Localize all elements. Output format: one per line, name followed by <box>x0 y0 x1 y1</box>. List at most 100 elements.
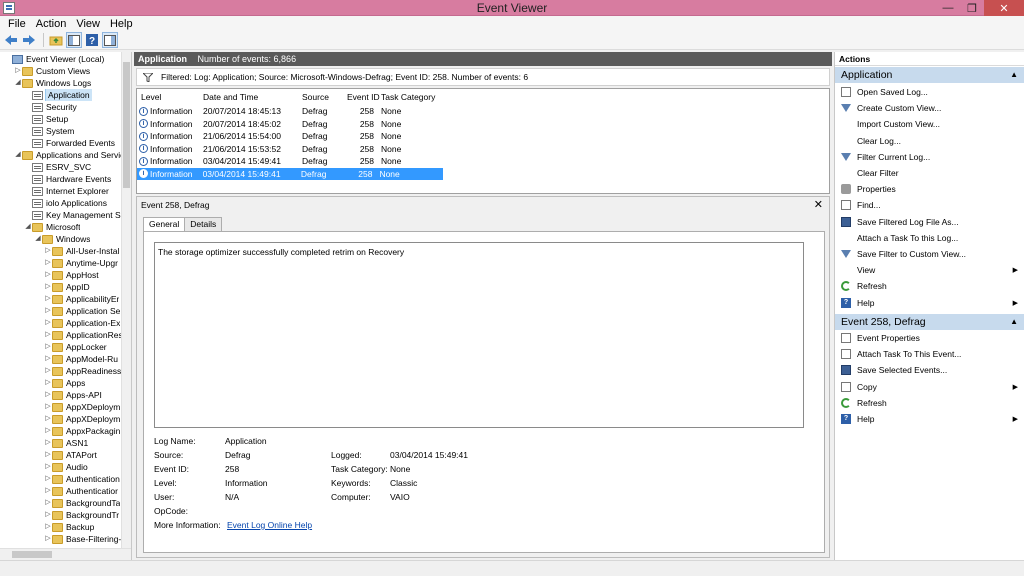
action-filter-current-log[interactable]: Filter Current Log... <box>835 150 1024 164</box>
expand-toggle-icon[interactable]: ▷ <box>44 317 52 329</box>
menu-help[interactable]: Help <box>105 18 138 30</box>
tree-item[interactable]: Security <box>24 101 77 113</box>
tree-item[interactable]: ▷ AppLocker <box>44 341 106 353</box>
action-save-filtered-log-file-as[interactable]: Save Filtered Log File As... <box>835 215 1024 229</box>
tree-item[interactable]: ▷ Anytime-Upgr <box>44 257 118 269</box>
show-hide-action-pane-button[interactable] <box>102 32 118 48</box>
tree-item[interactable]: ▷ Application-Ex <box>44 317 120 329</box>
expand-toggle-icon[interactable]: ▷ <box>44 449 52 461</box>
up-one-level-button[interactable] <box>48 32 64 48</box>
expand-toggle-icon[interactable]: ▷ <box>44 509 52 521</box>
tree-item[interactable]: ▷ Custom Views <box>14 65 90 77</box>
tree-item[interactable]: iolo Applications <box>24 197 107 209</box>
expand-toggle-icon[interactable]: ◢ <box>14 77 22 89</box>
tree-item[interactable]: ▷ Audio <box>44 461 87 473</box>
tree-item[interactable]: ▷ All-User-Instal <box>44 245 119 257</box>
actions-group-event[interactable]: Event 258, Defrag ▲ <box>835 314 1024 330</box>
tree-item[interactable]: ▷ Authentication <box>44 473 120 485</box>
expand-toggle-icon[interactable]: ▷ <box>44 413 52 425</box>
close-button[interactable]: ✕ <box>984 0 1024 16</box>
expand-toggle-icon[interactable]: ▷ <box>44 437 52 449</box>
tab-details[interactable]: Details <box>184 217 223 231</box>
column-date-time[interactable]: Date and Time <box>203 91 302 103</box>
tree-item[interactable]: ▷ AppXDeploym <box>44 401 120 413</box>
expand-toggle-icon[interactable]: ◢ <box>34 233 42 245</box>
show-hide-console-tree-button[interactable] <box>66 32 82 48</box>
expand-toggle-icon[interactable]: ▷ <box>44 389 52 401</box>
action-refresh[interactable]: Refresh <box>835 279 1024 293</box>
action-copy[interactable]: Copy ▶ <box>835 380 1024 394</box>
tree-item[interactable]: ▷ AppID <box>44 281 89 293</box>
expand-toggle-icon[interactable]: ◢ <box>24 221 32 233</box>
tree-item[interactable]: ▷ Apps-API <box>44 389 102 401</box>
expand-toggle-icon[interactable]: ▷ <box>44 353 52 365</box>
tree-item[interactable]: ▷ Application Se <box>44 305 120 317</box>
action-help[interactable]: ? Help ▶ <box>835 412 1024 426</box>
actions-group-application[interactable]: Application ▲ <box>835 67 1024 83</box>
tree-item[interactable]: ▷ AppXDeploym <box>44 413 120 425</box>
action-open-saved-log[interactable]: Open Saved Log... <box>835 85 1024 99</box>
tree-item[interactable]: ◢ Windows <box>34 233 90 245</box>
action-attach-task-to-this-event[interactable]: Attach Task To This Event... <box>835 347 1024 361</box>
tree-item[interactable]: ▷ ApplicationRes <box>44 329 122 341</box>
action-create-custom-view[interactable]: Create Custom View... <box>835 101 1024 115</box>
tree-item[interactable]: Setup <box>24 113 68 125</box>
tab-general[interactable]: General <box>143 217 186 232</box>
expand-toggle-icon[interactable]: ▷ <box>44 377 52 389</box>
expand-toggle-icon[interactable]: ▷ <box>44 485 52 497</box>
menu-file[interactable]: File <box>3 18 31 30</box>
tree-item[interactable]: ◢ Microsoft <box>24 221 80 233</box>
tree-item[interactable]: Application <box>24 89 92 101</box>
action-save-filter-to-custom-view[interactable]: Save Filter to Custom View... <box>835 247 1024 261</box>
tree-item[interactable]: ▷ ATAPort <box>44 449 97 461</box>
event-row[interactable]: i Information 21/06/2014 15:54:00 Defrag 258… <box>137 130 445 142</box>
expand-toggle-icon[interactable]: ▷ <box>44 281 52 293</box>
minimize-button[interactable]: — <box>936 0 960 16</box>
action-view[interactable]: View ▶ <box>835 263 1024 277</box>
expand-toggle-icon[interactable]: ▷ <box>44 257 52 269</box>
tree-item[interactable]: ▷ AppReadiness <box>44 365 121 377</box>
expand-toggle-icon[interactable]: ◢ <box>14 149 22 161</box>
tree-item[interactable]: ▷ AppModel-Ru <box>44 353 118 365</box>
tree-item[interactable]: Event Viewer (Local) <box>4 53 104 65</box>
detail-close-button[interactable]: ✕ <box>814 198 823 211</box>
action-properties[interactable]: Properties <box>835 182 1024 196</box>
expand-toggle-icon[interactable]: ▷ <box>44 293 52 305</box>
column-event-id[interactable]: Event ID <box>347 91 381 103</box>
tree-item[interactable]: ESRV_SVC <box>24 161 91 173</box>
event-row[interactable]: i Information 03/04/2014 15:49:41 Defrag 258… <box>137 155 445 167</box>
column-source[interactable]: Source <box>302 91 347 103</box>
column-task-category[interactable]: Task Category <box>381 91 445 103</box>
expand-toggle-icon[interactable]: ▷ <box>14 65 22 77</box>
event-row[interactable]: i Information 21/06/2014 15:53:52 Defrag 258… <box>137 143 445 155</box>
tree-horizontal-scrollbar[interactable] <box>0 548 131 560</box>
expand-toggle-icon[interactable]: ▷ <box>44 269 52 281</box>
maximize-button[interactable]: ❐ <box>960 0 984 16</box>
tree-item[interactable]: ▷ ApplicabilityEr <box>44 293 119 305</box>
tree-item[interactable]: ▷ Base-Filtering- <box>44 533 121 545</box>
tree-item[interactable]: Internet Explorer <box>24 185 109 197</box>
event-row[interactable]: i Information 20/07/2014 18:45:02 Defrag 258… <box>137 118 445 130</box>
tree-item[interactable]: ▷ BackgroundTa <box>44 497 120 509</box>
action-import-custom-view[interactable]: Import Custom View... <box>835 117 1024 131</box>
tree-scroll-thumb[interactable] <box>123 62 130 188</box>
action-clear-filter[interactable]: Clear Filter <box>835 166 1024 180</box>
tree-item[interactable]: ▷ BackgroundTr <box>44 509 119 521</box>
action-find[interactable]: Find... <box>835 198 1024 212</box>
tree-item[interactable]: ▷ Authenticatior <box>44 485 118 497</box>
expand-toggle-icon[interactable]: ▷ <box>44 341 52 353</box>
action-help[interactable]: ? Help ▶ <box>835 296 1024 310</box>
menu-action[interactable]: Action <box>31 18 72 30</box>
tree-item[interactable]: Key Management Ser <box>24 209 128 221</box>
tree-item[interactable]: ◢ Windows Logs <box>14 77 91 89</box>
expand-toggle-icon[interactable]: ▷ <box>44 425 52 437</box>
expand-toggle-icon[interactable]: ▷ <box>44 521 52 533</box>
column-level[interactable]: Level <box>137 91 203 103</box>
event-message[interactable]: The storage optimizer successfully compl… <box>154 242 804 428</box>
forward-button[interactable] <box>21 32 37 48</box>
expand-toggle-icon[interactable]: ▷ <box>44 305 52 317</box>
expand-toggle-icon[interactable]: ▷ <box>44 497 52 509</box>
menu-view[interactable]: View <box>71 18 105 30</box>
tree-item[interactable]: ▷ ASN1 <box>44 437 88 449</box>
tree-item[interactable]: ▷ Apps <box>44 377 85 389</box>
